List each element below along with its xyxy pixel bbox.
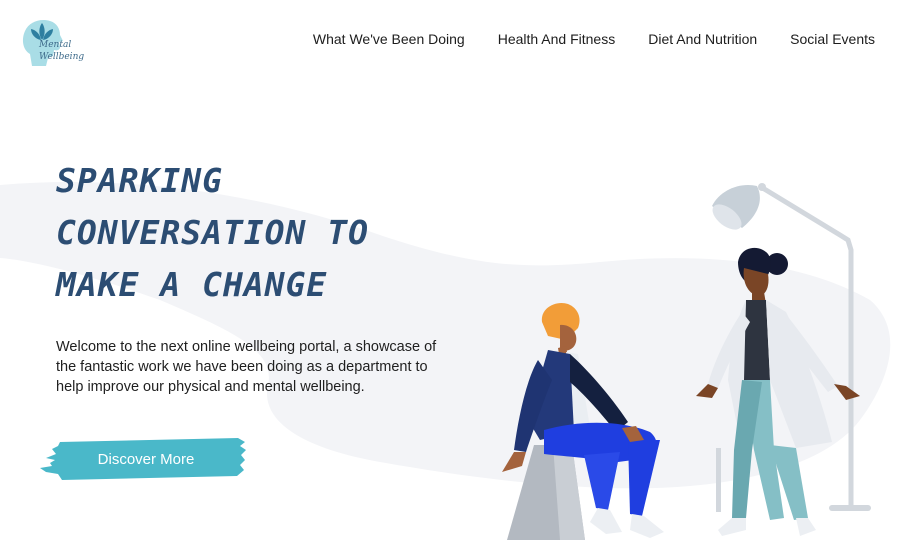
- site-logo[interactable]: Mental Wellbeing: [20, 16, 86, 70]
- nav-link-social-events[interactable]: Social Events: [790, 31, 875, 47]
- nav-link-health-and-fitness[interactable]: Health And Fitness: [498, 31, 616, 47]
- nav-link-diet-and-nutrition[interactable]: Diet And Nutrition: [648, 31, 757, 47]
- hero-title: Sparking conversation to make a change: [56, 155, 536, 311]
- hero-description: Welcome to the next online wellbeing por…: [56, 339, 437, 395]
- nav-link-what-weve-been-doing[interactable]: What We've Been Doing: [313, 31, 465, 47]
- hero-illustration: [502, 183, 871, 540]
- discover-more-label: Discover More: [97, 450, 195, 468]
- hero-title-line: make a change: [56, 265, 328, 304]
- logo-text-line2: Wellbeing: [39, 52, 85, 62]
- hero-title-line: Sparking: [56, 161, 223, 200]
- hero-title-line: conversation to: [56, 213, 370, 252]
- main-nav: What We've Been Doing Health And Fitness…: [313, 31, 875, 47]
- discover-more-button[interactable]: Discover More: [38, 436, 250, 482]
- logo-text-line1: Mental: [39, 40, 72, 50]
